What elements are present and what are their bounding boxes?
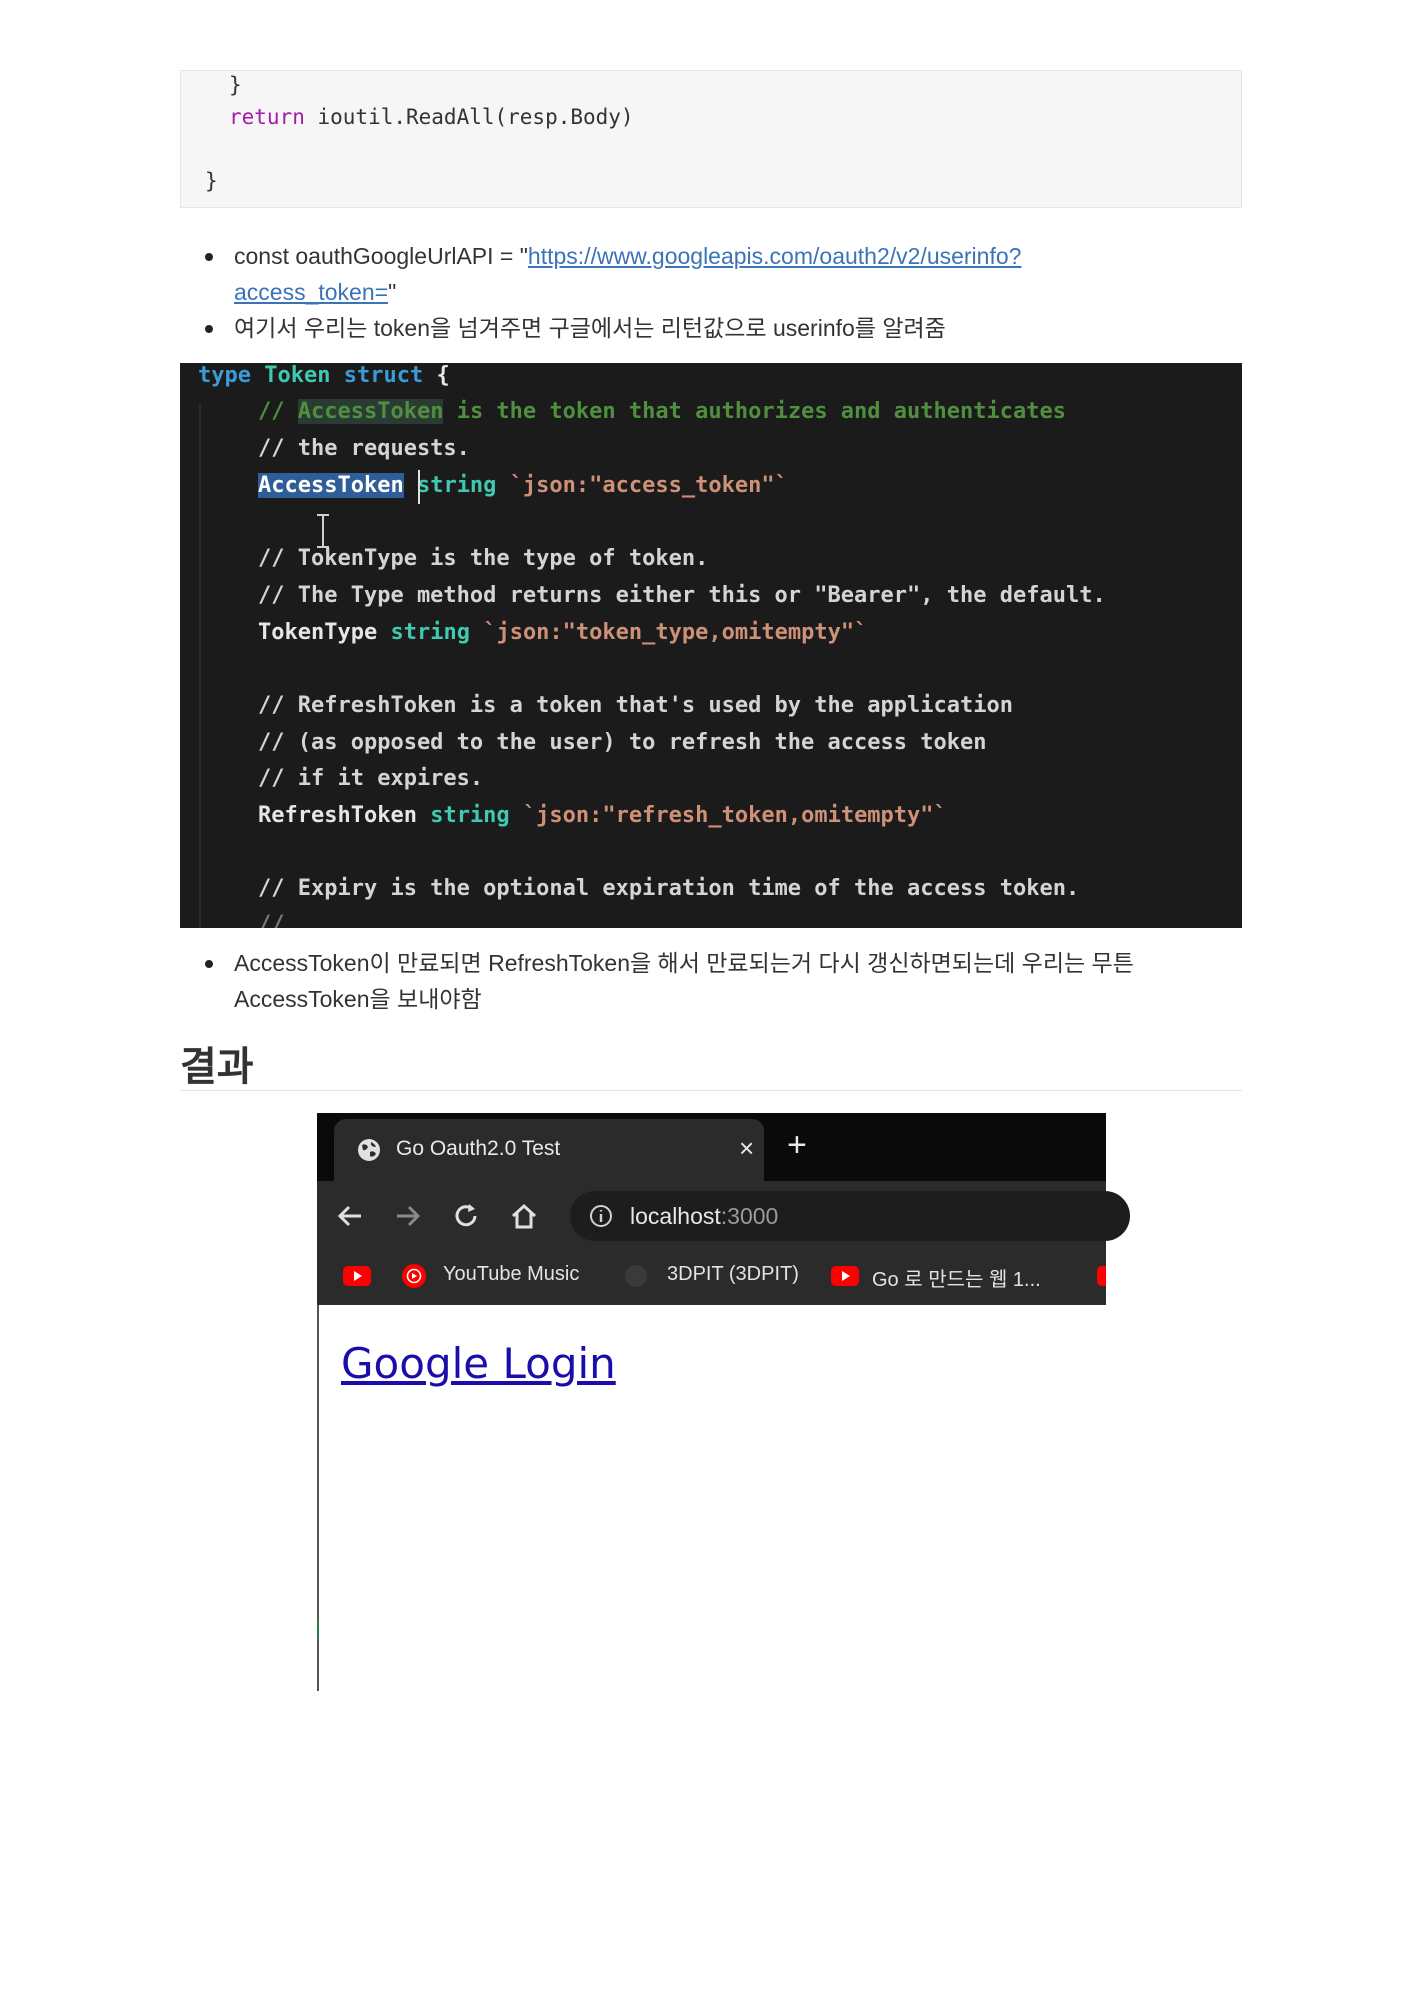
browser-screenshot: Go Oauth2.0 Test × + localhost:3000 YouT… (317, 1113, 1130, 1691)
url-host: localhost (630, 1203, 721, 1229)
code-comment: // (258, 399, 298, 424)
list-item-text: const oauthGoogleUrlAPI = " (234, 243, 528, 269)
bookmark-youtube-music[interactable]: YouTube Music (443, 1263, 579, 1286)
code-string: `json:"token_type,omitempty"` (483, 620, 868, 645)
new-tab-button[interactable]: + (787, 1125, 807, 1165)
code-line: // AccessToken is the token that authori… (258, 399, 1066, 424)
tab-close-button[interactable]: × (739, 1133, 754, 1163)
code-type: Token (264, 363, 331, 388)
code-line: // (258, 912, 285, 928)
youtube-icon (1097, 1266, 1106, 1286)
code-line: } (229, 73, 242, 97)
section-heading: 결과 (180, 1044, 254, 1090)
url-port: :3000 (720, 1203, 779, 1229)
google-login-link[interactable]: Google Login (341, 1339, 616, 1388)
code-line: // the requests. (258, 436, 470, 461)
bookmark-3dpit[interactable]: 3DPIT (3DPIT) (667, 1263, 799, 1286)
navigation-bar: localhost:3000 (317, 1181, 1130, 1249)
indent-guide (199, 405, 201, 928)
info-icon[interactable] (588, 1203, 614, 1229)
bullet-list-1: const oauthGoogleUrlAPI = "https://www.g… (205, 238, 1205, 346)
code-line: // Expiry is the optional expiration tim… (258, 876, 1080, 901)
bullet-list-2: AccessToken이 만료되면 RefreshToken을 해서 만료되는거… (205, 945, 1225, 1017)
bookmark-go-web[interactable]: Go 로 만드는 웹 1... (872, 1263, 1041, 1292)
code-keyword: return (229, 105, 305, 129)
code-line: // (as opposed to the user) to refresh t… (258, 730, 987, 755)
code-string: `json:"refresh_token,omitempty"` (522, 803, 947, 828)
reload-icon[interactable] (451, 1201, 481, 1231)
code-line: TokenType string `json:"token_type,omite… (258, 620, 867, 645)
code-type: string (390, 620, 470, 645)
list-item-text: AccessToken을 보내야함 (234, 986, 482, 1012)
browser-page: Google Login (317, 1305, 1106, 1691)
text-cursor (418, 470, 420, 504)
userinfo-api-link-cont[interactable]: access_token= (234, 279, 388, 305)
heading-divider (180, 1090, 1242, 1091)
tab-strip: Go Oauth2.0 Test × + (317, 1113, 1106, 1181)
code-line: type Token struct { (198, 363, 450, 388)
youtube-icon[interactable] (343, 1266, 371, 1286)
page-edge-marker (317, 1620, 319, 1638)
tab-title: Go Oauth2.0 Test (396, 1137, 561, 1160)
home-icon[interactable] (509, 1201, 539, 1231)
code-line: RefreshToken string `json:"refresh_token… (258, 803, 947, 828)
code-line: // TokenType is the type of token. (258, 546, 709, 571)
code-block-top: } return ioutil.ReadAll(resp.Body) } (180, 70, 1242, 208)
code-type: string (430, 803, 510, 828)
code-line: } (205, 169, 218, 193)
list-item-text: AccessToken이 만료되면 RefreshToken을 해서 만료되는거… (234, 950, 1134, 976)
userinfo-api-link[interactable]: https://www.googleapis.com/oauth2/v2/use… (528, 243, 1022, 269)
list-item: const oauthGoogleUrlAPI = "https://www.g… (205, 238, 1205, 310)
list-item: 여기서 우리는 token을 넘겨주면 구글에서는 리턴값으로 userinfo… (205, 310, 1205, 346)
list-item-text: " (388, 279, 397, 305)
youtube-icon (831, 1266, 859, 1286)
code-comment: is the token that authorizes and authent… (443, 399, 1066, 424)
code-type: string (416, 473, 497, 498)
code-field: RefreshToken (258, 803, 417, 828)
code-line: return ioutil.ReadAll(resp.Body) (229, 105, 634, 129)
bookmarks-bar: YouTube Music 3DPIT (3DPIT) Go 로 만드는 웹 1… (317, 1249, 1106, 1305)
code-selection: AccessToken (258, 473, 404, 498)
code-screenshot: type Token struct { // AccessToken is th… (180, 363, 1242, 928)
youtube-music-icon (402, 1264, 426, 1288)
ibeam-cursor-icon (317, 514, 329, 548)
code-keyword: struct (343, 363, 424, 388)
github-icon (625, 1265, 647, 1287)
address-bar[interactable]: localhost:3000 (570, 1191, 1130, 1241)
code-string: `json:"access_token"` (509, 473, 788, 498)
code-line: // RefreshToken is a token that's used b… (258, 693, 1013, 718)
code-field: TokenType (258, 620, 378, 645)
code-line: AccessToken string `json:"access_token"` (258, 473, 788, 498)
code-line: // if it expires. (258, 766, 484, 791)
browser-chrome: Go Oauth2.0 Test × + localhost:3000 YouT… (317, 1113, 1130, 1305)
globe-icon (358, 1139, 380, 1161)
code-keyword: type (198, 363, 251, 388)
code-punct: { (423, 363, 450, 388)
back-arrow-icon[interactable] (335, 1201, 365, 1231)
code-highlight: AccessToken (297, 399, 444, 424)
url-text[interactable]: localhost:3000 (630, 1203, 778, 1230)
code-line: // The Type method returns either this o… (258, 583, 1106, 608)
code-text: ioutil.ReadAll(resp.Body) (304, 105, 634, 129)
browser-tab[interactable]: Go Oauth2.0 Test × (334, 1119, 764, 1181)
list-item: AccessToken이 만료되면 RefreshToken을 해서 만료되는거… (205, 945, 1225, 1017)
forward-arrow-icon[interactable] (393, 1201, 423, 1231)
